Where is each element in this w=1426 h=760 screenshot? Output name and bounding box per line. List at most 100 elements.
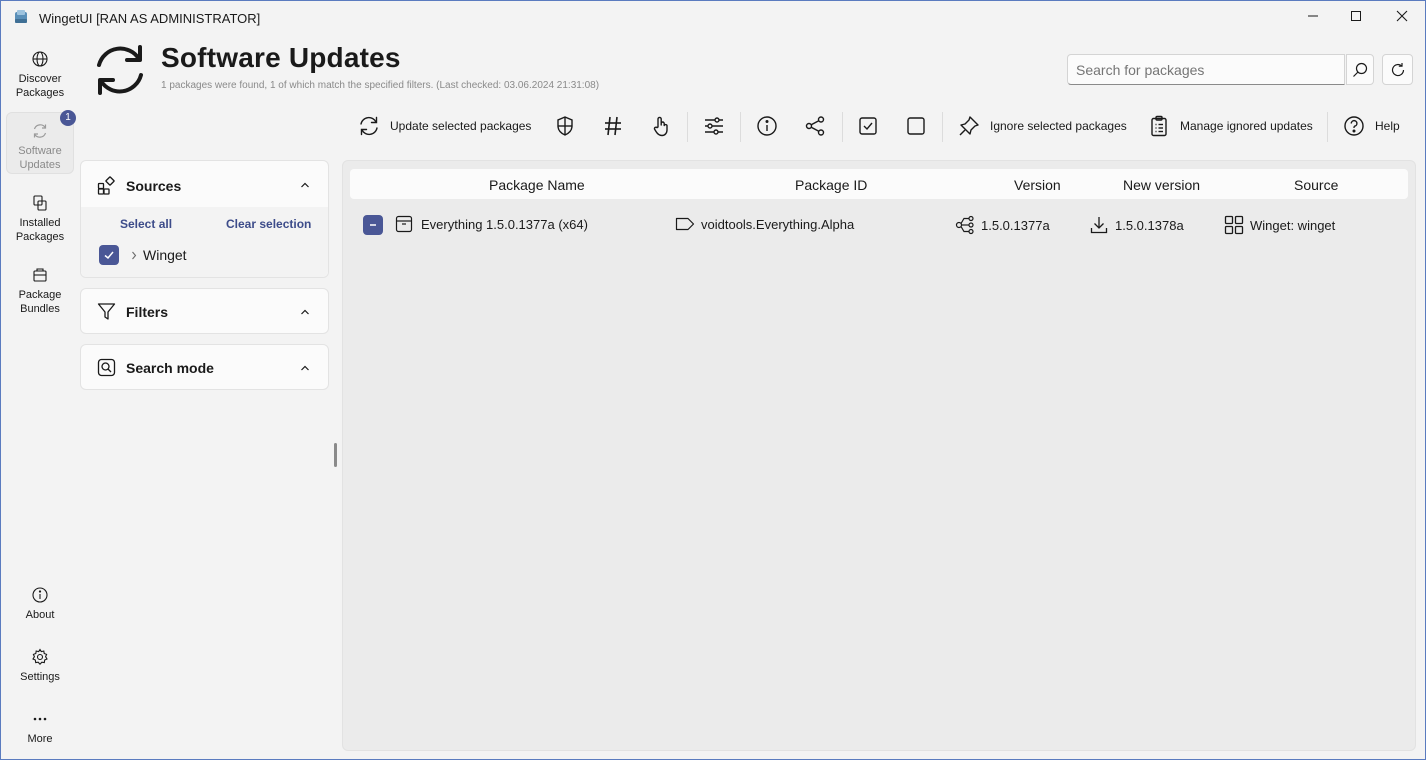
nav-about-label: About [25,609,55,621]
source-winget-label: Winget [143,247,187,263]
tag-icon [675,217,695,231]
share-icon [805,116,825,136]
app-logo-icon [15,10,27,23]
toolbar-separator [942,112,943,142]
download-icon [1090,217,1108,234]
help-button[interactable]: Help [1343,112,1400,140]
shield-icon [557,116,573,136]
filters-header[interactable]: Filters [97,302,168,321]
hash-icon [605,116,621,136]
filters-title: Filters [126,303,169,320]
close-icon [1396,10,1408,22]
clear-selection-link[interactable]: Clear selection [226,217,311,231]
page-title: Software Updates [161,42,401,73]
sources-title: Sources [126,177,182,194]
cell-package-name: Everything 1.5.0.1377a (x64) [395,215,588,233]
indeterminate-icon [370,224,376,226]
title-bar: WingetUI [RAN AS ADMINISTRATOR] [0,0,1426,36]
nav-updates-label-2: Updates [19,159,61,171]
column-header-id[interactable]: Package ID [795,177,867,193]
filters-panel: Filters [80,288,329,334]
panel-splitter-handle[interactable] [334,443,337,467]
refresh-icon [360,116,378,136]
column-header-new-version[interactable]: New version [1123,177,1200,193]
window-title: WingetUI [RAN AS ADMINISTRATOR] [39,11,261,26]
nav-software-updates[interactable]: 1 Software Updates [6,110,76,174]
nav-package-bundles[interactable]: Package Bundles [6,266,74,318]
package-name-text: Everything 1.5.0.1377a (x64) [421,216,588,232]
select-all-link[interactable]: Select all [120,217,172,231]
package-id-text: voidtools.Everything.Alpha [701,216,855,232]
update-selected-button[interactable]: Update selected packages [358,112,531,140]
toolbar-separator [687,112,688,142]
minimize-button[interactable] [1290,0,1336,32]
search-input[interactable] [1067,54,1345,85]
interactive-update-button[interactable] [650,112,672,140]
nav-more[interactable]: More [6,710,74,746]
admin-update-button[interactable] [554,112,576,140]
new-version-text: 1.5.0.1378a [1115,217,1184,233]
search-button[interactable] [1346,54,1374,85]
column-header-version[interactable]: Version [1014,177,1061,193]
touch-hand-icon [653,116,668,137]
gear-icon [32,648,48,666]
reload-button[interactable] [1382,54,1413,85]
pin-off-icon [959,116,979,136]
sources-body: Select all Clear selection Winget [81,207,328,277]
manage-ignored-button[interactable]: Manage ignored updates [1148,112,1313,140]
updates-count-badge: 1 [60,110,76,126]
toolbar-separator [842,112,843,142]
nav-updates-label-1: Software [18,145,62,157]
nav-installed-packages[interactable]: Installed Packages [6,194,74,246]
select-all-button[interactable] [857,112,879,140]
installation-options-button[interactable] [703,112,725,140]
nav-installed-label-1: Installed [19,217,61,229]
maximize-button[interactable] [1333,0,1379,32]
help-icon [1344,116,1364,136]
close-button[interactable] [1379,0,1425,32]
bundle-icon [33,268,47,282]
chevron-up-icon[interactable] [300,364,310,372]
ignore-selected-button[interactable]: Ignore selected packages [958,112,1127,140]
more-dots-icon [33,717,47,721]
minimize-icon [1308,15,1318,17]
sources-panel: Sources Select all Clear selection Winge… [80,160,329,278]
info-icon [32,587,48,603]
page-subtitle: 1 packages were found, 1 of which match … [161,80,600,91]
sources-header[interactable]: Sources [97,176,181,195]
apps-add-icon [97,176,115,195]
checkmark-icon [104,251,114,260]
chevron-up-icon[interactable] [300,308,310,316]
checkbox-empty-icon [907,117,925,135]
nav-about[interactable]: About [6,586,74,622]
cell-new-version: 1.5.0.1378a [1089,215,1184,235]
clear-selection-button[interactable] [905,112,927,140]
installed-apps-icon [33,195,47,211]
chevron-up-icon[interactable] [300,181,310,189]
share-button[interactable] [804,112,826,140]
source-text: Winget: winget [1250,217,1336,233]
row-checkbox[interactable] [363,215,383,235]
toolbar-separator [1327,112,1328,142]
checkbox-checked-icon [859,117,877,135]
column-header-name[interactable]: Package Name [489,177,585,193]
column-header-source[interactable]: Source [1294,177,1338,193]
winget-grid-icon [1224,215,1244,235]
nav-discover-packages[interactable]: Discover Packages [6,50,74,102]
update-selected-label: Update selected packages [390,119,532,133]
package-details-button[interactable] [756,112,778,140]
manage-ignored-label: Manage ignored updates [1180,119,1313,133]
source-winget-checkbox[interactable] [99,245,119,265]
nav-settings[interactable]: Settings [6,648,74,684]
chevron-right-icon[interactable] [131,251,137,260]
nav-discover-label-1: Discover [18,73,62,85]
toolbar-separator [740,112,741,142]
search-square-icon [97,358,116,377]
clipboard-list-icon [1151,115,1167,137]
skip-hash-button[interactable] [602,112,624,140]
cell-version: 1.5.0.1377a [955,215,1050,235]
search-icon [1353,62,1368,77]
cell-source: Winget: winget [1224,215,1335,235]
search-mode-panel: Search mode [80,344,329,390]
search-mode-header[interactable]: Search mode [97,358,214,377]
